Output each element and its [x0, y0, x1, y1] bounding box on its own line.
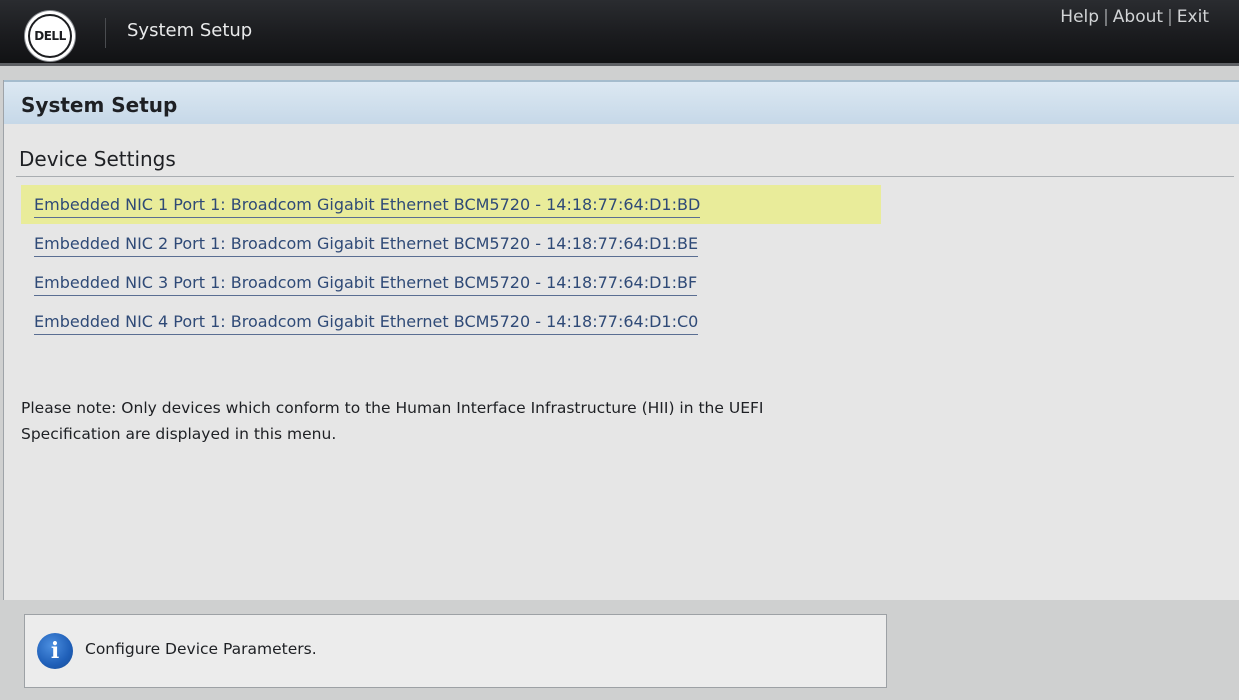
device-item-nic4[interactable]: Embedded NIC 4 Port 1: Broadcom Gigabit … [21, 302, 881, 341]
page-title: System Setup [21, 93, 178, 117]
device-item-nic1[interactable]: Embedded NIC 1 Port 1: Broadcom Gigabit … [21, 185, 881, 224]
header-links: Help | About | Exit [1060, 7, 1209, 27]
device-link[interactable]: Embedded NIC 1 Port 1: Broadcom Gigabit … [34, 195, 701, 218]
info-icon: i [37, 633, 73, 669]
note-line: Specification are displayed in this menu… [21, 425, 337, 443]
main-panel: System Setup Device Settings Embedded NI… [3, 80, 1239, 600]
note-line: Please note: Only devices which conform … [21, 399, 764, 417]
device-item-nic2[interactable]: Embedded NIC 2 Port 1: Broadcom Gigabit … [21, 224, 881, 263]
device-link[interactable]: Embedded NIC 4 Port 1: Broadcom Gigabit … [34, 312, 699, 335]
logo-text: DELL [34, 29, 66, 43]
help-link[interactable]: Help [1060, 7, 1099, 27]
about-link[interactable]: About [1113, 7, 1163, 27]
section-divider [16, 176, 1234, 177]
top-header-bar: DELL System Setup Help | About | Exit [0, 0, 1239, 66]
panel-header: System Setup [4, 80, 1239, 124]
help-info-box: i Configure Device Parameters. [24, 614, 887, 688]
header-divider [105, 18, 106, 48]
device-item-nic3[interactable]: Embedded NIC 3 Port 1: Broadcom Gigabit … [21, 263, 881, 302]
section-title: Device Settings [19, 147, 176, 171]
app-title: System Setup [127, 20, 253, 41]
link-separator: | [1103, 7, 1109, 27]
device-link[interactable]: Embedded NIC 3 Port 1: Broadcom Gigabit … [34, 273, 698, 296]
hii-note: Please note: Only devices which conform … [21, 395, 921, 447]
link-separator: | [1167, 7, 1173, 27]
device-link[interactable]: Embedded NIC 2 Port 1: Broadcom Gigabit … [34, 234, 699, 257]
device-list: Embedded NIC 1 Port 1: Broadcom Gigabit … [21, 185, 881, 341]
exit-link[interactable]: Exit [1177, 7, 1209, 27]
help-text: Configure Device Parameters. [85, 640, 317, 658]
dell-logo-icon: DELL [25, 11, 75, 61]
